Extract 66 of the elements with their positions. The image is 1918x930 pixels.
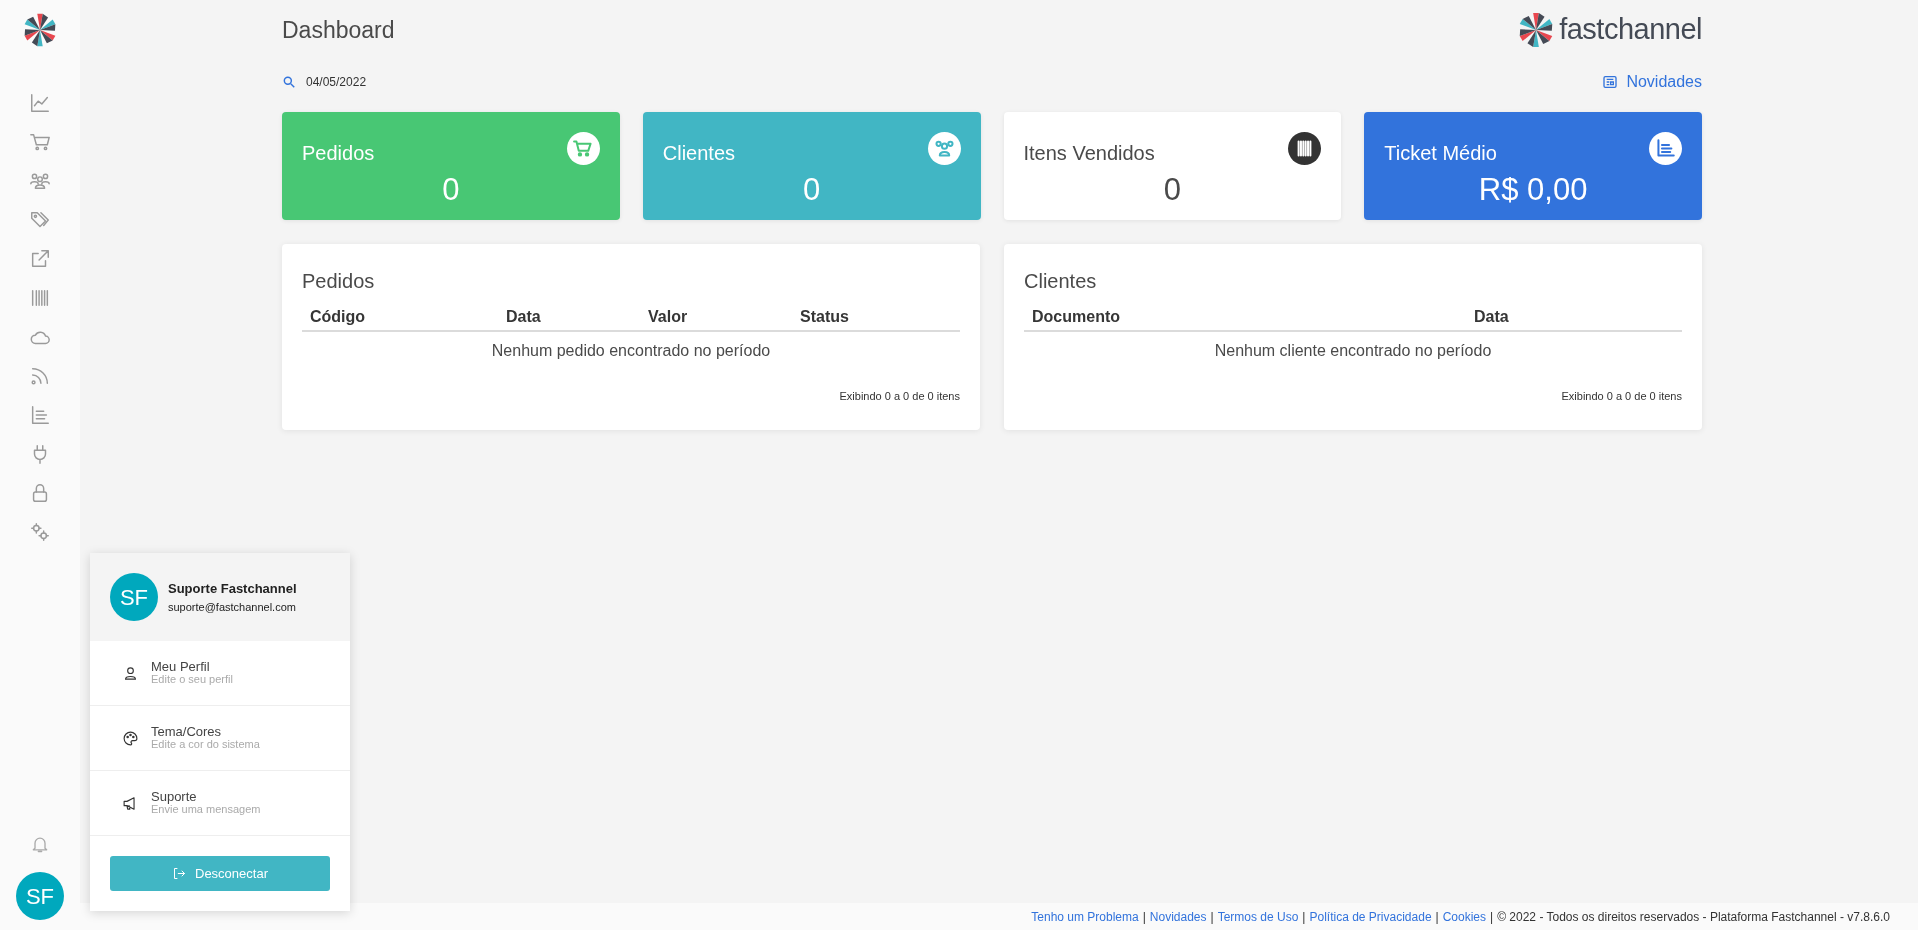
- menu-item-title: Meu Perfil: [151, 660, 211, 673]
- footer-link[interactable]: Novidades: [1149, 907, 1207, 926]
- stat-label: Clientes: [662, 141, 735, 166]
- column-header: Status: [800, 307, 850, 327]
- footer-separator: |: [1142, 908, 1146, 926]
- panel-title: Pedidos: [302, 269, 376, 294]
- menu-item-title: Tema/Cores: [151, 725, 223, 738]
- footer-separator: |: [1490, 908, 1494, 926]
- palette-icon: [122, 729, 139, 747]
- pagination-info: Exibindo 0 a 0 de 0 itens: [838, 389, 960, 404]
- user-avatar: SF: [110, 573, 158, 621]
- stat-value: 0: [802, 172, 822, 208]
- news-link[interactable]: Novidades: [1602, 70, 1702, 94]
- barcode-icon: [1288, 132, 1322, 165]
- stat-label: Itens Vendidos: [1023, 141, 1155, 166]
- stat-value: 0: [441, 172, 461, 208]
- footer-link[interactable]: Cookies: [1442, 907, 1487, 926]
- cart-icon[interactable]: [29, 131, 51, 153]
- list-icon: [1649, 132, 1682, 165]
- footer-link[interactable]: Política de Privacidade: [1309, 907, 1432, 926]
- menu-item[interactable]: Suporte Envie uma mensagem: [90, 771, 350, 836]
- search-icon[interactable]: [282, 75, 296, 89]
- menu-item-subtitle: Envie uma mensagem: [151, 803, 261, 816]
- stat-label: Ticket Médio: [1384, 141, 1497, 166]
- copyright-text: © 2022 - Todos os direitos reservados - Plataforma Fastchannel - v7.8.6.0: [1497, 908, 1890, 926]
- footer-separator: |: [1210, 908, 1214, 926]
- footer-link[interactable]: Termos de Uso: [1217, 907, 1299, 926]
- panel-title: Clientes: [1024, 269, 1098, 294]
- external-link-icon[interactable]: [29, 248, 51, 270]
- menu-item[interactable]: Meu Perfil Edite o seu perfil: [90, 641, 350, 706]
- logout-icon: [172, 866, 187, 881]
- person-icon: [122, 664, 139, 682]
- menu-item-subtitle: Edite a cor do sistema: [151, 738, 260, 751]
- column-header: Código: [310, 307, 367, 327]
- footer-separator: |: [1435, 908, 1439, 926]
- empty-message: Nenhum pedido encontrado no período: [490, 341, 772, 361]
- user-email: suporte@fastchannel.com: [168, 599, 297, 615]
- pagination-info: Exibindo 0 a 0 de 0 itens: [1560, 389, 1682, 404]
- stat-value: R$ 0,00: [1477, 172, 1589, 208]
- footer-link[interactable]: Tenho um Problema: [1031, 907, 1139, 926]
- avatar-button[interactable]: SF: [16, 872, 64, 920]
- chart-icon[interactable]: [29, 92, 51, 114]
- logout-button[interactable]: Desconectar: [110, 856, 330, 891]
- column-header: Valor: [648, 307, 689, 327]
- newspaper-icon: [1602, 74, 1619, 90]
- user-name: Suporte Fastchannel: [168, 580, 297, 598]
- bar-list-icon[interactable]: [29, 404, 51, 426]
- menu-item-subtitle: Edite o seu perfil: [151, 673, 233, 686]
- barcode-icon[interactable]: [29, 287, 51, 309]
- menu-item[interactable]: Tema/Cores Edite a cor do sistema: [90, 706, 350, 771]
- footer-separator: |: [1302, 908, 1306, 926]
- brand-name: fastchannel: [1559, 12, 1702, 48]
- column-header: Documento: [1032, 307, 1121, 327]
- cart-icon: [566, 132, 600, 165]
- rss-icon[interactable]: [29, 365, 51, 387]
- stat-value: 0: [1162, 172, 1182, 208]
- logo-icon[interactable]: [22, 12, 58, 48]
- menu-item-title: Suporte: [151, 790, 198, 803]
- stat-label: Pedidos: [302, 141, 375, 166]
- date-filter[interactable]: 04/05/2022: [306, 73, 367, 91]
- gears-icon[interactable]: [29, 521, 51, 543]
- column-header: Data: [506, 307, 542, 327]
- users-icon: [927, 132, 961, 165]
- empty-message: Nenhum cliente encontrado no período: [1213, 341, 1493, 361]
- column-header: Data: [1474, 307, 1510, 327]
- page-title: Dashboard: [282, 15, 395, 45]
